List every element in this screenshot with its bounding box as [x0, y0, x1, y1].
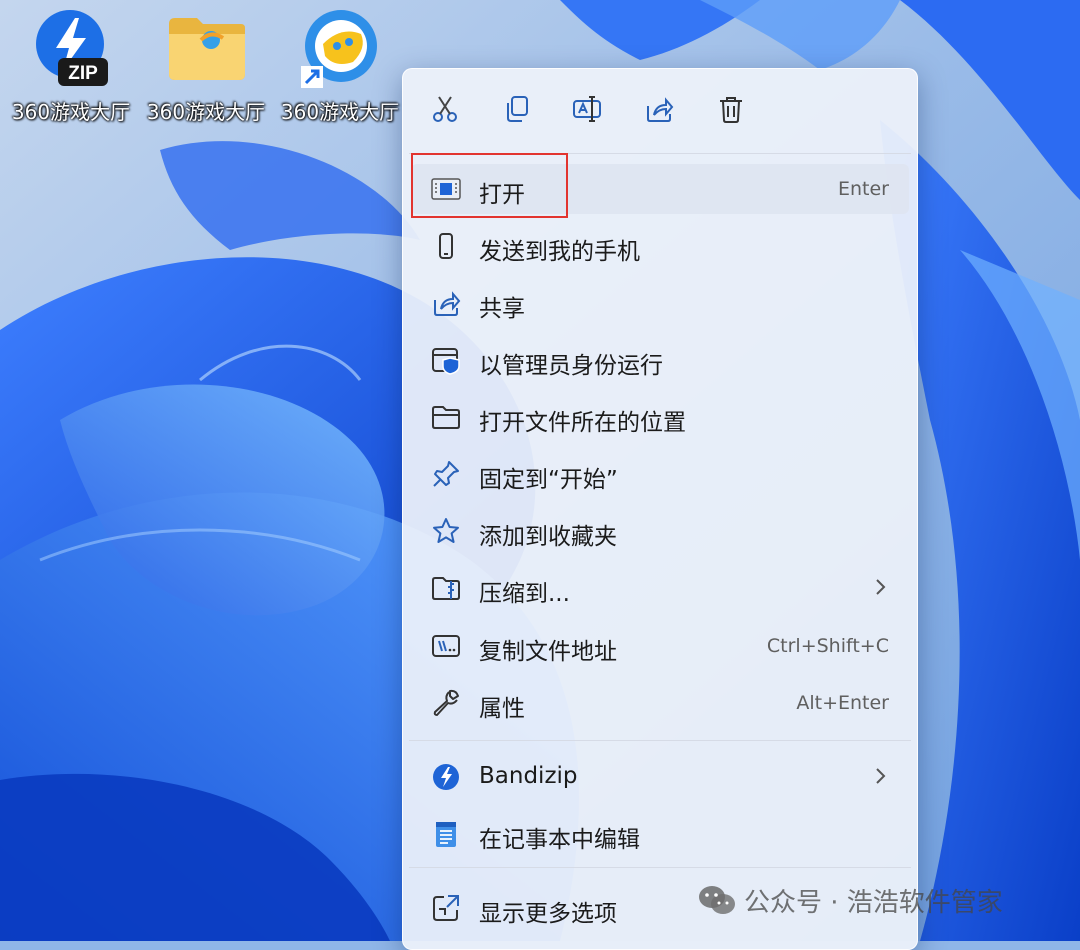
watermark-text: 公众号 · 浩浩软件管家: [744, 888, 1003, 918]
menu-item-label: 在记事本中编辑: [479, 827, 640, 853]
menu-item-label: 复制文件地址: [479, 639, 617, 665]
chevron-right-icon: [876, 768, 886, 784]
zip-folder-icon: [431, 573, 461, 603]
menu-item-label: 发送到我的手机: [479, 239, 640, 265]
highlight-box: [411, 153, 568, 218]
svg-text:ZIP: ZIP: [68, 63, 98, 84]
copy-icon: [507, 96, 528, 122]
menu-item-share[interactable]: 共享: [411, 278, 909, 328]
menu-item-copy-file-path[interactable]: 复制文件地址 Ctrl+Shift+C: [411, 621, 909, 671]
menu-item-label: 压缩到...: [479, 581, 570, 607]
desktop-icon-3[interactable]: 360游戏大厅: [277, 4, 403, 134]
bandizip-icon: [431, 762, 461, 792]
menu-item-compress-to[interactable]: 压缩到...: [411, 563, 909, 613]
copy-path-icon: [431, 631, 461, 661]
share-button[interactable]: [639, 89, 679, 129]
desktop-icon-label: 360游戏大厅: [146, 100, 266, 124]
menu-item-open-file-location[interactable]: 打开文件所在的位置: [411, 392, 909, 442]
delete-button[interactable]: [711, 89, 751, 129]
context-menu-toolbar: [403, 69, 917, 153]
menu-item-label: 固定到“开始”: [479, 467, 618, 493]
desktop-icon-label: 360游戏大厅: [11, 100, 131, 124]
more-options-icon: [431, 893, 461, 923]
phone-icon: [431, 231, 461, 261]
menu-item-shortcut: Alt+Enter: [796, 692, 889, 714]
menu-item-edit-in-notepad[interactable]: 在记事本中编辑: [411, 809, 909, 859]
folder-icon: [169, 18, 245, 80]
rename-button[interactable]: [567, 89, 607, 129]
menu-item-properties[interactable]: 属性 Alt+Enter: [411, 678, 909, 728]
menu-item-bandizip[interactable]: Bandizip: [411, 752, 909, 802]
menu-item-send-to-phone[interactable]: 发送到我的手机: [411, 221, 909, 271]
menu-item-label: 以管理员身份运行: [479, 353, 663, 379]
menu-item-run-as-admin[interactable]: 以管理员身份运行: [411, 335, 909, 385]
share-icon: [647, 97, 674, 122]
bandizip-zip-icon: ZIP: [36, 10, 108, 86]
menu-item-add-to-favorites[interactable]: 添加到收藏夹: [411, 506, 909, 556]
folder-open-icon: [431, 402, 461, 432]
rename-icon: [573, 96, 601, 122]
admin-shield-icon: [431, 345, 461, 375]
360-game-shortcut-icon: [301, 10, 377, 88]
menu-separator: [409, 867, 911, 868]
cut-button[interactable]: [425, 89, 465, 129]
wechat-icon: [699, 886, 735, 914]
menu-separator: [409, 740, 911, 741]
menu-item-label: 属性: [479, 696, 525, 722]
menu-item-shortcut: Enter: [838, 178, 889, 200]
delete-icon: [720, 97, 742, 123]
menu-item-label: 显示更多选项: [479, 901, 617, 927]
wrench-icon: [431, 688, 461, 718]
menu-item-label: Bandizip: [479, 763, 578, 789]
desktop-icon-label: 360游戏大厅: [280, 100, 400, 124]
notepad-icon: [431, 819, 461, 849]
share-icon: [431, 288, 461, 318]
chevron-right-icon: [876, 579, 886, 595]
menu-item-label: 添加到收藏夹: [479, 524, 617, 550]
desktop-icon-1[interactable]: ZIP 360游戏大厅: [8, 4, 134, 134]
menu-item-label: 打开文件所在的位置: [479, 410, 686, 436]
pin-icon: [431, 459, 461, 489]
menu-item-shortcut: Ctrl+Shift+C: [766, 635, 889, 657]
desktop-icon-2[interactable]: 360游戏大厅: [143, 4, 269, 134]
menu-item-pin-to-start[interactable]: 固定到“开始”: [411, 449, 909, 499]
copy-button[interactable]: [497, 89, 537, 129]
menu-item-label: 共享: [479, 296, 525, 322]
cut-icon: [433, 96, 457, 122]
star-icon: [431, 516, 461, 546]
